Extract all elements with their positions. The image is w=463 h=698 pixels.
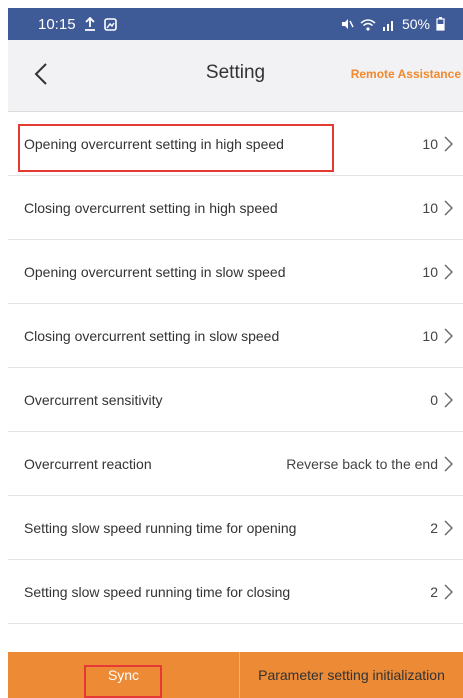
battery-level: 50% [401, 16, 430, 32]
setting-row[interactable]: Setting slow speed running time for clos… [8, 560, 463, 624]
chevron-right-icon [444, 456, 453, 472]
sync-button[interactable]: Sync [8, 652, 240, 698]
status-bar: 10:15 50% [8, 8, 463, 40]
setting-label: Opening overcurrent setting in slow spee… [24, 263, 286, 280]
setting-row[interactable]: Setting slow speed running time for open… [8, 496, 463, 560]
sync-label: Sync [107, 667, 140, 683]
chevron-right-icon [444, 136, 453, 152]
setting-value: 10 [422, 199, 438, 216]
setting-label: Overcurrent reaction [24, 455, 152, 472]
battery-icon [436, 17, 445, 31]
status-time: 10:15 [38, 15, 76, 33]
setting-label: Closing overcurrent setting in high spee… [24, 199, 278, 216]
setting-value: Reverse back to the end [286, 455, 438, 472]
parameter-init-label: Parameter setting initialization [258, 667, 445, 683]
setting-label: Opening overcurrent setting in high spee… [24, 135, 284, 152]
setting-row[interactable]: Opening overcurrent setting in slow spee… [8, 240, 463, 304]
remote-assistance-link[interactable]: Remote Assistance [351, 67, 461, 81]
chevron-right-icon [444, 328, 453, 344]
chevron-right-icon [444, 200, 453, 216]
chevron-right-icon [444, 264, 453, 280]
setting-value: 10 [422, 135, 438, 152]
mute-icon [340, 17, 354, 31]
chevron-left-icon [34, 62, 48, 91]
chevron-right-icon [444, 520, 453, 536]
setting-value: 10 [422, 263, 438, 280]
back-button[interactable] [26, 58, 56, 94]
setting-value: 2 [430, 583, 438, 600]
parameter-init-button[interactable]: Parameter setting initialization [240, 652, 463, 698]
wifi-icon [360, 18, 376, 31]
setting-row[interactable]: Overcurrent reaction Reverse back to the … [8, 432, 463, 496]
setting-label: Closing overcurrent setting in slow spee… [24, 327, 280, 344]
bottom-bar: Sync Parameter setting initialization [8, 652, 463, 698]
setting-label: Overcurrent sensitivity [24, 391, 163, 408]
setting-row[interactable]: Closing overcurrent setting in slow spee… [8, 304, 463, 368]
upload-icon [84, 17, 96, 31]
setting-label: Setting slow speed running time for open… [24, 519, 297, 536]
setting-value: 0 [430, 391, 438, 408]
setting-row[interactable]: Closing overcurrent setting in high spee… [8, 176, 463, 240]
setting-value: 10 [422, 327, 438, 344]
settings-list: Opening overcurrent setting in high spee… [8, 112, 463, 624]
image-icon [103, 17, 117, 31]
setting-label: Setting slow speed running time for clos… [24, 583, 291, 600]
signal-icon [382, 18, 396, 31]
chevron-right-icon [444, 584, 453, 600]
setting-value: 2 [430, 519, 438, 536]
setting-row[interactable]: Overcurrent sensitivity 0 [8, 368, 463, 432]
chevron-right-icon [444, 392, 453, 408]
setting-row[interactable]: Opening overcurrent setting in high spee… [8, 112, 463, 176]
header: Setting Remote Assistance [8, 40, 463, 112]
